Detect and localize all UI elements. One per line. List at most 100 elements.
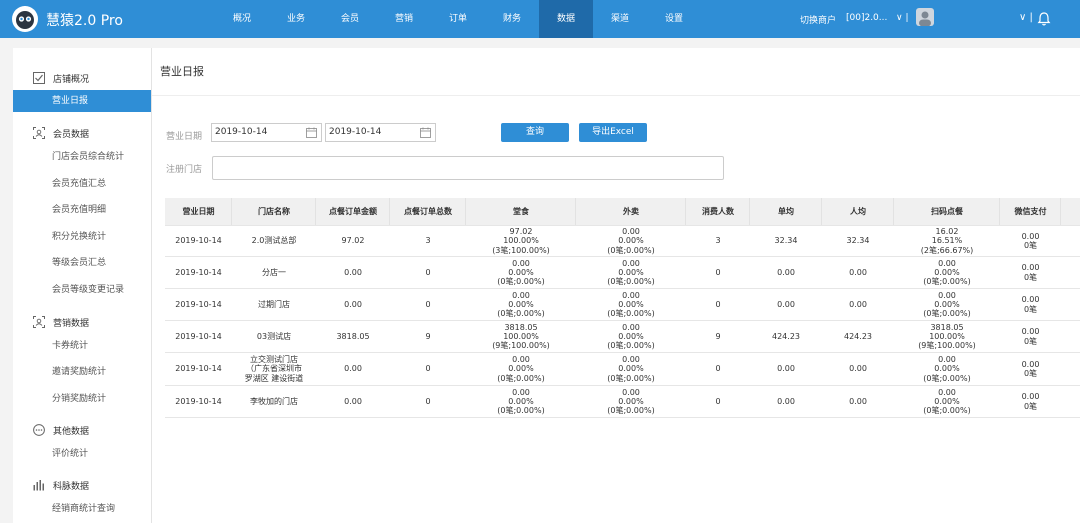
- nav-channel[interactable]: 渠道: [593, 0, 647, 38]
- nav-business[interactable]: 业务: [269, 0, 323, 38]
- nav-finance[interactable]: 财务: [485, 0, 539, 38]
- sidebar-group-store-overview[interactable]: 店铺概况: [13, 68, 151, 88]
- table-row[interactable]: 2019-10-14 李牧加的门店 0.00 0 0.00 0.00% (0笔;0.00…: [165, 386, 1080, 418]
- table-cell: 0.00 0.00% (0笔;0.00%): [497, 355, 545, 383]
- table-cell: 3818.05: [336, 331, 370, 341]
- table-row[interactable]: 2019-10-14 过期门店 0.00 0 0.00 0.00% (0笔;0.00%)…: [165, 289, 1080, 321]
- table-cell: 16.02 16.51% (2笔;66.67%): [920, 227, 974, 255]
- table-cell: 0.00 0.00% (0笔;0.00%): [497, 290, 545, 319]
- sidebar-item-invite-reward[interactable]: 邀请奖励统计: [13, 361, 151, 383]
- table-cell: 0.00 0.00% (0笔;0.00%): [923, 355, 971, 383]
- sidebar-item-review-stats[interactable]: 评价统计: [13, 443, 151, 465]
- registered-store-label: 注册门店: [166, 165, 203, 175]
- column-header: 消费人数: [702, 206, 734, 216]
- table-cell: 0.00 0.00% (0笔;0.00%): [923, 258, 971, 287]
- table-cell: 2.0测试总部: [251, 236, 297, 246]
- table-row[interactable]: 2019-10-14 03测试店 3818.05 9 3818.05 100.00% (…: [165, 321, 1080, 353]
- sidebar-item-store-member-stats[interactable]: 门店会员综合统计: [13, 146, 151, 168]
- table-cell: 0: [425, 299, 431, 309]
- sidebar-item-distribution-reward[interactable]: 分销奖励统计: [13, 388, 151, 410]
- nav-marketing[interactable]: 营销: [377, 0, 431, 38]
- sidebar-group-label: 店铺概况: [53, 75, 90, 85]
- table-cell: 29. 0: [1061, 226, 1080, 256]
- table-cell: 2019-10-14: [175, 299, 222, 309]
- query-button[interactable]: 查询: [501, 123, 569, 142]
- table-cell: 9: [715, 331, 721, 341]
- table-cell: 424.23: [844, 331, 872, 341]
- registered-store-input[interactable]: [212, 156, 724, 180]
- table-cell: 3818.05 100.00% (9笔;100.00%): [492, 322, 550, 351]
- table-cell: 0.00: [344, 364, 362, 374]
- brand-name: 慧猿2.0 Pro: [46, 13, 123, 29]
- table-cell: 0.00: [344, 396, 362, 406]
- start-date-value: 2019-10-14: [215, 127, 268, 137]
- nav-data[interactable]: 数据: [539, 0, 593, 38]
- table-cell: 2019-10-14: [175, 236, 222, 246]
- table-header-row: 营业日期 门店名称 点餐订单金额 点餐订单总数 堂食 外卖 消费人数 单均 人均 扫码点餐 微信支付…: [165, 198, 1080, 226]
- nav-orders[interactable]: 订单: [431, 0, 485, 38]
- sidebar-item-points-exchange[interactable]: 积分兑换统计: [13, 226, 151, 248]
- checkbox-icon: [33, 72, 45, 84]
- column-header: 堂食: [513, 206, 529, 216]
- table-cell: 0.00: [777, 396, 795, 406]
- table-cell: 0: [715, 364, 721, 374]
- column-header: 外卖: [623, 206, 639, 216]
- calendar-icon[interactable]: [306, 127, 317, 138]
- table-cell: 0.00 0.00% (0笔;0.00%): [497, 258, 545, 287]
- sidebar-item-recharge-summary[interactable]: 会员充值汇总: [13, 173, 151, 195]
- end-date-input[interactable]: 2019-10-14: [325, 123, 436, 142]
- table-cell: 过期门店: [258, 299, 290, 309]
- table-cell: 0.00: [344, 267, 362, 277]
- sidebar-group-other-data[interactable]: 其他数据: [13, 420, 151, 440]
- avatar-person-icon: [919, 11, 931, 26]
- ellipsis-circle-icon: [33, 424, 45, 436]
- sidebar-item-level-change-log[interactable]: 会员等级变更记录: [13, 279, 151, 301]
- nav-overview[interactable]: 概况: [215, 0, 269, 38]
- nav-settings[interactable]: 设置: [647, 0, 701, 38]
- sidebar-group-label: 会员数据: [53, 130, 90, 140]
- table-cell: 0.00: [344, 299, 362, 309]
- table-cell: 0: [715, 299, 721, 309]
- column-header: 人均: [850, 206, 866, 216]
- table-cell: 97.02 100.00% (3笔;100.00%): [492, 227, 550, 255]
- table-cell: 0.00: [777, 364, 795, 374]
- export-excel-button[interactable]: 导出Excel: [579, 123, 647, 142]
- table-cell: 0.00: [849, 364, 867, 374]
- main-content: 营业日报 营业日期 2019-10-14 2019-10-14 查询 导出Exc…: [151, 48, 1080, 523]
- sidebar-item-coupon-stats[interactable]: 卡券统计: [13, 335, 151, 357]
- sidebar-group-label: 营销数据: [53, 319, 90, 329]
- table-cell: 03测试店: [256, 331, 292, 341]
- business-date-label: 营业日期: [166, 132, 203, 142]
- sidebar-item-recharge-detail[interactable]: 会员充值明细: [13, 199, 151, 221]
- sidebar-item-daily-report[interactable]: 营业日报: [13, 90, 151, 112]
- table-cell: 3: [715, 236, 721, 246]
- merchant-selector[interactable]: [00]2.0...: [846, 13, 887, 23]
- merchant-chevron-icon[interactable]: ∨ |: [896, 13, 908, 23]
- member-scan-icon: [33, 127, 45, 139]
- nav-member[interactable]: 会员: [323, 0, 377, 38]
- table-row[interactable]: 2019-10-14 分店一 0.00 0 0.00 0.00% (0笔;0.00%) 0…: [165, 257, 1080, 289]
- table-row[interactable]: 2019-10-14 2.0测试总部 97.02 3 97.02 100.00% (3笔…: [165, 226, 1080, 257]
- calendar-icon[interactable]: [420, 127, 431, 138]
- table-cell: 0.0 0: [1061, 353, 1080, 385]
- start-date-input[interactable]: 2019-10-14: [211, 123, 322, 142]
- sidebar-item-level-summary[interactable]: 等级会员汇总: [13, 252, 151, 274]
- bell-icon[interactable]: [1036, 11, 1052, 27]
- sidebar: 店铺概况 营业日报 会员数据 门店会员综合统计 会员充值汇总 会员充值明细 积分…: [13, 48, 151, 523]
- column-header: 微信支付: [1014, 206, 1047, 216]
- bar-chart-icon: [33, 480, 44, 491]
- sidebar-group-label: 其他数据: [53, 427, 90, 437]
- sidebar-group-member-data[interactable]: 会员数据: [13, 123, 151, 143]
- table-cell: 2019-10-14: [175, 331, 222, 341]
- sidebar-group-marketing-data[interactable]: 营销数据: [13, 312, 151, 332]
- sidebar-item-dealer-query[interactable]: 经销商统计查询: [13, 498, 151, 520]
- title-divider: [152, 95, 1080, 96]
- sidebar-group-kemai-data[interactable]: 科脉数据: [13, 475, 151, 495]
- end-date-value: 2019-10-14: [329, 127, 382, 137]
- switch-merchant-label[interactable]: 切换商户: [800, 13, 836, 26]
- table-row[interactable]: 2019-10-14 立交测试门店 （广东省深圳市 罗湖区 建设街道 0.00 0 0.…: [165, 353, 1080, 386]
- table-cell: 3818.05 100.00% (9笔;100.00%): [918, 322, 976, 351]
- account-chevron-icon[interactable]: ∨ |: [1019, 12, 1033, 23]
- user-avatar[interactable]: [916, 8, 934, 26]
- table-cell: 0.0 0: [1061, 257, 1080, 288]
